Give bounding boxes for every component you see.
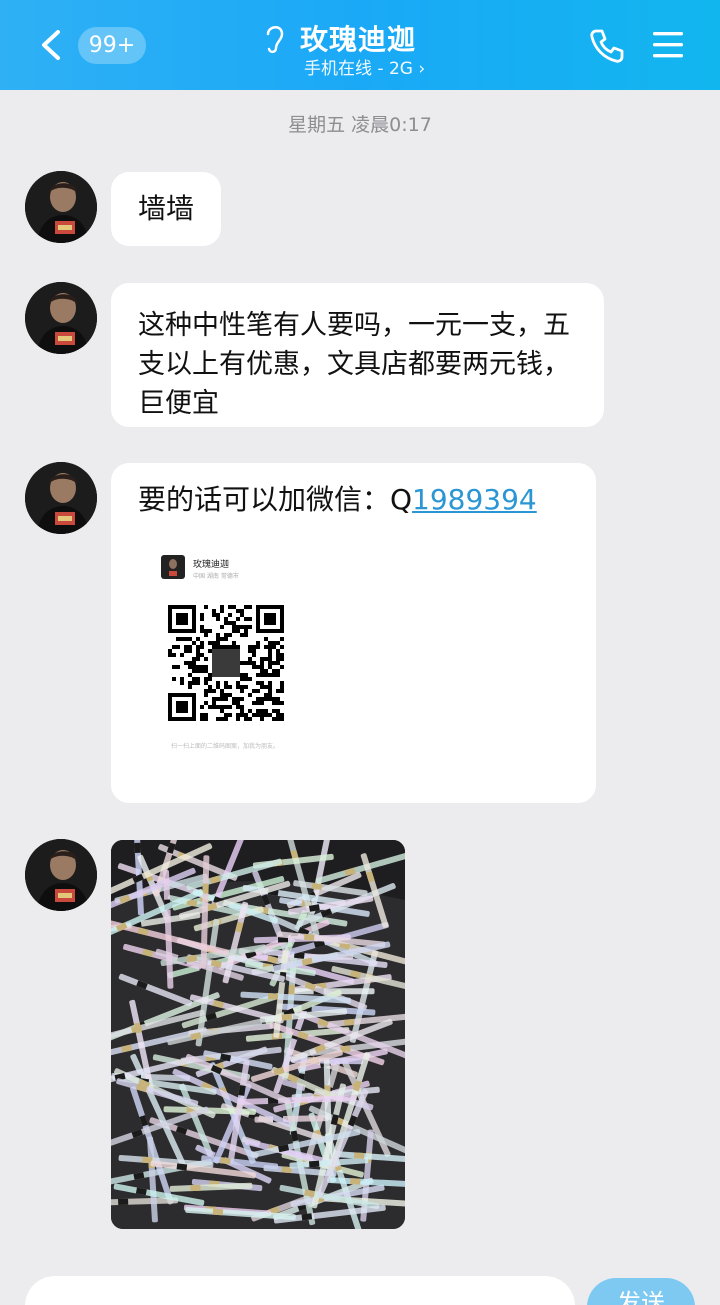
avatar-image xyxy=(25,171,97,243)
avatar-image xyxy=(25,839,97,911)
message-bubble[interactable]: 墙墙 xyxy=(111,172,221,246)
contact-avatar[interactable] xyxy=(25,171,97,243)
pens-photo xyxy=(111,840,405,1229)
input-bar: 发送 xyxy=(0,1258,720,1305)
message-text: 要的话可以加微信：Q1989394 xyxy=(138,483,537,516)
contact-name[interactable]: 玫瑰迪迦 xyxy=(300,18,416,58)
qr-card-footer: 扫一扫上面的二维码图案，加我为朋友。 xyxy=(171,743,280,750)
menu-icon[interactable] xyxy=(650,28,686,62)
message-timestamp: 星期五 凌晨0:17 xyxy=(288,114,432,136)
qr-card-avatar xyxy=(161,555,185,579)
online-status[interactable]: 手机在线 - 2G › xyxy=(304,54,425,79)
qr-card-name: 玫瑰迪迦 xyxy=(193,560,230,570)
pens-photo-message[interactable] xyxy=(111,840,405,1229)
qr-code xyxy=(168,605,284,721)
qr-card-subtitle: 中国 湖南 常德市 xyxy=(193,573,239,580)
contact-avatar[interactable] xyxy=(25,462,97,534)
send-button[interactable]: 发送 xyxy=(587,1278,695,1305)
message-input[interactable] xyxy=(25,1276,575,1305)
unread-badge[interactable]: 99+ xyxy=(78,27,146,64)
avatar-image xyxy=(25,282,97,354)
phone-icon[interactable] xyxy=(587,26,627,66)
message-bubble[interactable]: 这种中性笔有人要吗，一元一支，五支以上有优惠，文具店都要两元钱，巨便宜 xyxy=(111,283,604,427)
message-text: 墙墙 xyxy=(138,192,195,225)
back-arrow-icon[interactable] xyxy=(34,26,68,64)
earpiece-mode-icon xyxy=(266,26,284,54)
message-text: 这种中性笔有人要吗，一元一支，五支以上有优惠，文具店都要两元钱，巨便宜 xyxy=(138,310,570,419)
avatar-image xyxy=(25,462,97,534)
qr-code-card[interactable]: 玫瑰迪迦 中国 湖南 常德市 扫一扫上面的二维码图案，加我为朋友。 xyxy=(155,549,325,759)
message-bubble-with-qr[interactable]: 要的话可以加微信：Q1989394 玫瑰迪迦 中国 湖南 常德市 扫一扫上面的二… xyxy=(111,463,596,803)
contact-avatar[interactable] xyxy=(25,839,97,911)
qq-number-link[interactable]: 1989394 xyxy=(412,483,537,516)
chat-header: 99+ 玫瑰迪迦 手机在线 - 2G › xyxy=(0,0,720,90)
contact-avatar[interactable] xyxy=(25,282,97,354)
